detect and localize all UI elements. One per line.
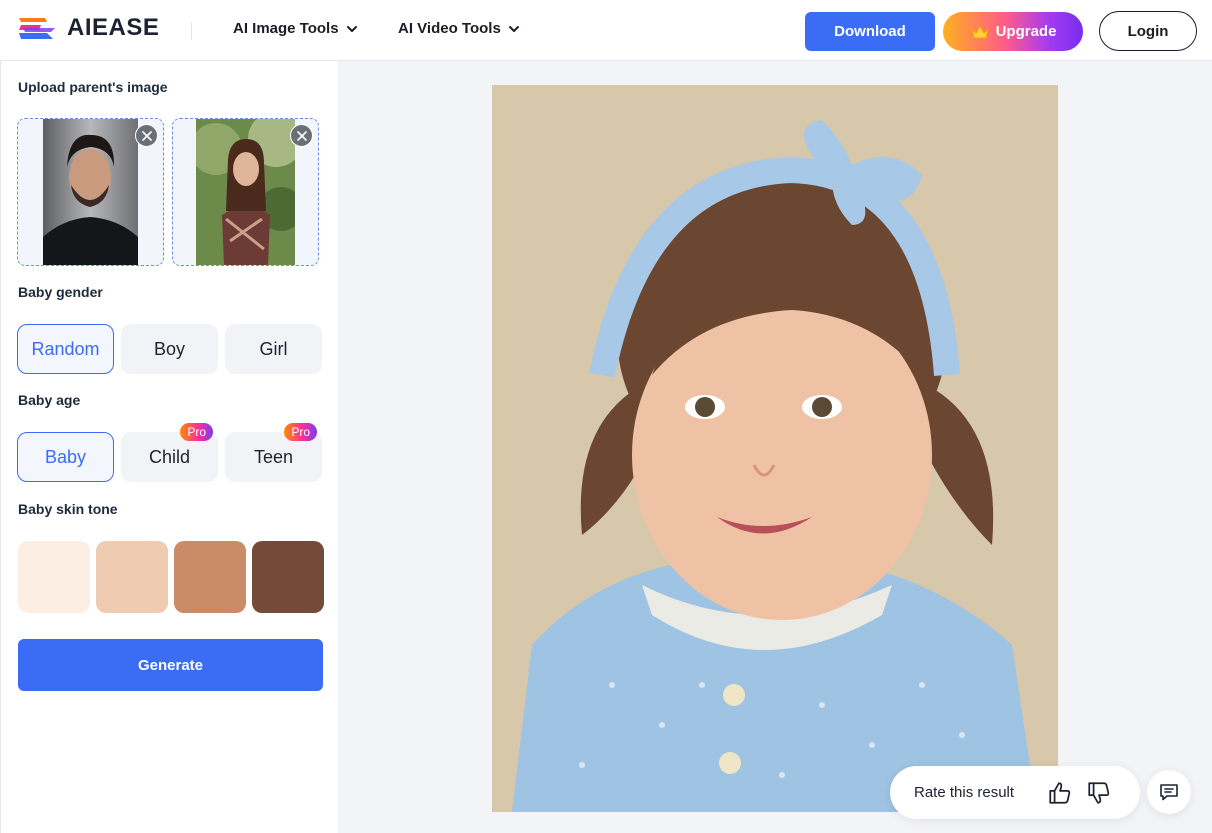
- generate-button[interactable]: Generate: [18, 639, 323, 691]
- logo[interactable]: AIEASE: [17, 14, 159, 42]
- header-divider: [191, 22, 192, 40]
- close-icon: [141, 130, 152, 141]
- app: AIEASE AI Image Tools AI Video Tools Dow…: [0, 0, 1212, 833]
- gender-title: Baby gender: [18, 284, 103, 300]
- skin-tone-swatch-1[interactable]: [18, 541, 90, 613]
- thumbs-down-icon[interactable]: [1086, 780, 1112, 806]
- top-bar: AIEASE AI Image Tools AI Video Tools Dow…: [0, 0, 1212, 61]
- rate-result-bar: Rate this result: [890, 766, 1140, 819]
- age-option-child[interactable]: Child Pro: [121, 423, 218, 482]
- chevron-down-icon: [508, 25, 519, 32]
- baby-portrait: [492, 85, 1058, 812]
- gender-option-random[interactable]: Random: [17, 324, 114, 374]
- skin-tone-swatch-4[interactable]: [252, 541, 324, 613]
- upload-title: Upload parent's image: [18, 79, 168, 95]
- parent-photo-2: [196, 119, 295, 265]
- pro-badge: Pro: [180, 423, 213, 441]
- gender-option-boy[interactable]: Boy: [121, 324, 218, 374]
- download-button[interactable]: Download: [805, 12, 935, 51]
- generated-baby-image: [492, 85, 1058, 812]
- parent-photo-1: [43, 119, 138, 265]
- skin-tone-swatch-2[interactable]: [96, 541, 168, 613]
- thumbs-up-icon[interactable]: [1047, 780, 1073, 806]
- remove-image-button[interactable]: [290, 124, 313, 147]
- result-panel: Rate this result: [338, 61, 1212, 833]
- close-icon: [296, 130, 307, 141]
- logo-icon: [19, 18, 55, 39]
- age-option-teen[interactable]: Teen Pro: [225, 423, 322, 482]
- login-button[interactable]: Login: [1099, 11, 1197, 51]
- chat-icon: [1160, 784, 1178, 801]
- age-option-baby[interactable]: Baby: [17, 432, 114, 482]
- rate-result-label: Rate this result: [914, 784, 1015, 801]
- remove-image-button[interactable]: [135, 124, 158, 147]
- nav-label: AI Image Tools: [233, 20, 339, 37]
- chevron-down-icon: [346, 25, 357, 32]
- crown-icon: [970, 24, 989, 38]
- skin-tone-title: Baby skin tone: [18, 501, 118, 517]
- parent-image-slot-1[interactable]: [17, 118, 164, 266]
- nav-ai-image-tools[interactable]: AI Image Tools: [233, 20, 359, 37]
- settings-panel: Upload parent's image Baby gender Random…: [0, 61, 338, 833]
- skin-tone-swatch-3[interactable]: [174, 541, 246, 613]
- pro-badge: Pro: [284, 423, 317, 441]
- gender-option-girl[interactable]: Girl: [225, 324, 322, 374]
- age-title: Baby age: [18, 392, 81, 408]
- nav-ai-video-tools[interactable]: AI Video Tools: [398, 20, 521, 37]
- parent-image-slot-2[interactable]: [172, 118, 319, 266]
- upgrade-label: Upgrade: [995, 23, 1057, 40]
- nav-label: AI Video Tools: [398, 20, 501, 37]
- upgrade-button[interactable]: Upgrade: [943, 12, 1083, 51]
- brand-name: AIEASE: [67, 14, 160, 41]
- age-option-label: Teen: [253, 446, 294, 467]
- feedback-button[interactable]: [1147, 770, 1191, 814]
- age-option-label: Child: [148, 446, 191, 467]
